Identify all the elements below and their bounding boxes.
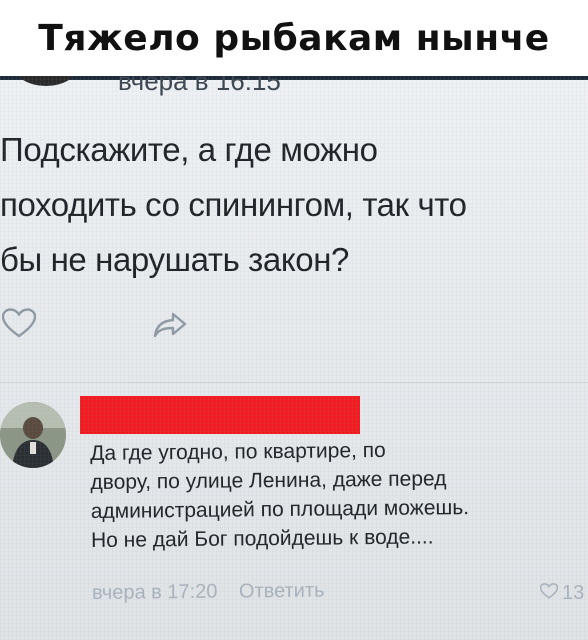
comment-text: Да где угодно, по квартире, по двору, по…	[90, 434, 581, 555]
post-text-line: Подскажите, а где можно	[0, 131, 378, 168]
post-text-line: походить со спинингом, так что	[0, 186, 467, 223]
comment-meta: вчера в 17:20 Ответить	[92, 580, 325, 605]
heart-outline-icon[interactable]	[1, 308, 37, 343]
share-arrow-icon[interactable]	[153, 312, 187, 343]
screenshot-photo: вчера в 16:15 Подскажите, а где можно по…	[0, 76, 588, 640]
reply-button[interactable]: Ответить	[239, 580, 325, 603]
top-bar	[0, 76, 588, 80]
comment-text-line: Но не дай Бог подойдешь к воде....	[90, 525, 434, 552]
commenter-avatar[interactable]	[0, 402, 66, 468]
post-text-line: бы не нарушать закон?	[0, 241, 349, 278]
comment-like-button[interactable]: 13	[539, 582, 585, 605]
redacted-author-name	[80, 396, 360, 434]
post-author-avatar[interactable]	[14, 76, 78, 86]
heart-outline-icon	[539, 582, 559, 605]
post-text: Подскажите, а где можно походить со спин…	[0, 122, 588, 287]
comment-like-count: 13	[562, 582, 585, 604]
meme-caption: Тяжело рыбакам нынче	[0, 0, 588, 76]
comment-timestamp: вчера в 17:20	[92, 580, 218, 604]
post-timestamp: вчера в 16:15	[118, 76, 281, 96]
divider	[0, 382, 588, 383]
